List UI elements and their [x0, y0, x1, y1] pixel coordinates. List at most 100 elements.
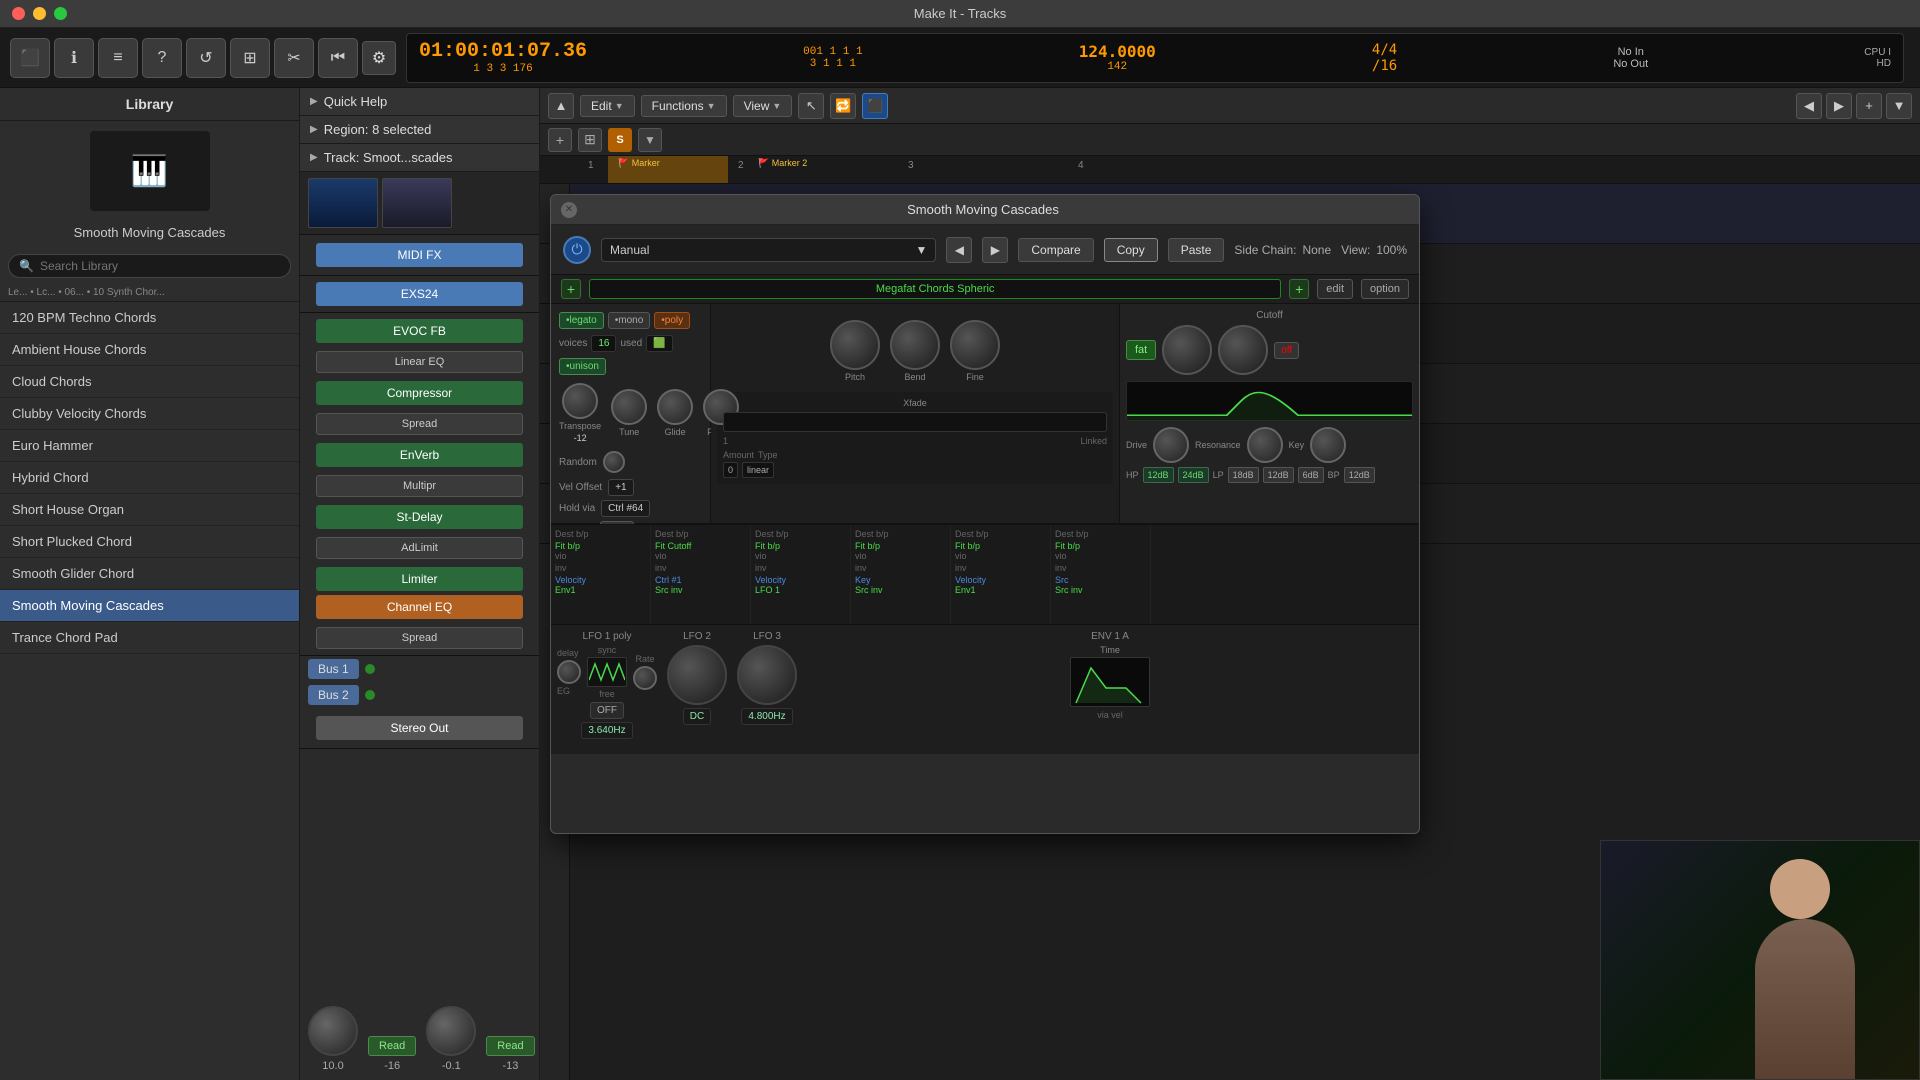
search-input[interactable] [40, 259, 280, 273]
add-track-btn[interactable]: + [548, 128, 572, 152]
read-btn-1[interactable]: Read [368, 1036, 416, 1056]
skip-back-icon-btn[interactable]: ⏮ [318, 38, 358, 78]
off-btn[interactable]: off [1274, 342, 1299, 359]
track-dropdown-btn[interactable]: ▼ [638, 128, 662, 152]
lfo1-rate-knob[interactable] [633, 666, 657, 690]
power-button[interactable]: ⏻ [563, 236, 591, 264]
quick-help-section[interactable]: ▶ Quick Help [300, 88, 539, 116]
limiter-btn[interactable]: Limiter [316, 567, 523, 591]
preset-minus-btn[interactable]: + [561, 279, 581, 299]
stereo-out-btn[interactable]: Stereo Out [316, 716, 523, 740]
evoc-btn[interactable]: EVOC FB [316, 319, 523, 343]
library-item-short-plucked[interactable]: Short Plucked Chord [0, 526, 299, 558]
close-button[interactable] [12, 7, 25, 20]
midi-tool-btn[interactable]: ⬛ [862, 93, 888, 119]
legato-btn[interactable]: •legato [559, 312, 604, 329]
gear-button[interactable]: ⚙ [362, 41, 396, 75]
channel-eq-btn[interactable]: Channel EQ [316, 595, 523, 619]
compare-btn[interactable]: Compare [1018, 238, 1093, 262]
filter-24db-btn[interactable]: 24dB [1178, 467, 1209, 483]
help-icon-btn[interactable]: ? [142, 38, 182, 78]
library-item-hybrid[interactable]: Hybrid Chord [0, 462, 299, 494]
loop-btn[interactable]: 🔁 [830, 93, 856, 119]
fine-knob[interactable] [950, 320, 1000, 370]
functions-menu-btn[interactable]: Functions ▼ [641, 95, 727, 117]
preset-dropdown[interactable]: Manual ▼ [601, 238, 936, 262]
lfo2-knob[interactable] [667, 645, 727, 705]
filter-12db-2-btn[interactable]: 12dB [1263, 467, 1294, 483]
region-section[interactable]: ▶ Region: 8 selected [300, 116, 539, 144]
tune-knob[interactable] [611, 389, 647, 425]
library-item-ambient[interactable]: Ambient House Chords [0, 334, 299, 366]
fat-btn[interactable]: fat [1126, 340, 1156, 360]
library-item-clubby[interactable]: Clubby Velocity Chords [0, 398, 299, 430]
library-item-euro[interactable]: Euro Hammer [0, 430, 299, 462]
poly-btn[interactable]: •poly [654, 312, 690, 329]
mixer-icon-btn[interactable]: ⊞ [230, 38, 270, 78]
key-knob[interactable] [1310, 427, 1346, 463]
unison-btn[interactable]: •unison [559, 358, 606, 375]
spread3-btn[interactable]: Spread [316, 627, 523, 649]
exs24-btn[interactable]: EXS24 [316, 282, 523, 306]
prev-arrow-btn[interactable]: ◀ [1796, 93, 1822, 119]
info-icon-btn[interactable]: ℹ [54, 38, 94, 78]
library-item-cloud[interactable]: Cloud Chords [0, 366, 299, 398]
random-knob[interactable] [603, 451, 625, 473]
library-item-smooth-glider[interactable]: Smooth Glider Chord [0, 558, 299, 590]
library-item-trance[interactable]: Trance Chord Pad [0, 622, 299, 654]
glide-knob[interactable] [657, 389, 693, 425]
cutoff-knob[interactable] [1162, 325, 1212, 375]
library-item-short-house[interactable]: Short House Organ [0, 494, 299, 526]
copy-btn[interactable]: Copy [1104, 238, 1158, 262]
st-delay-btn[interactable]: St-Delay [316, 505, 523, 529]
zoom-dropdown-btn[interactable]: ▼ [1886, 93, 1912, 119]
read-btn-2[interactable]: Read [486, 1036, 534, 1056]
filter-12db-1-btn[interactable]: 12dB [1143, 467, 1174, 483]
ad-limit-btn[interactable]: AdLimit [316, 537, 523, 559]
maximize-button[interactable] [54, 7, 67, 20]
next-arrow-btn[interactable]: ▶ [1826, 93, 1852, 119]
filter-12db-3-btn[interactable]: 12dB [1344, 467, 1375, 483]
solo-btn[interactable]: S [608, 128, 632, 152]
bus2-btn[interactable]: Bus 2 [308, 685, 359, 705]
midi-fx-btn[interactable]: MIDI FX [316, 243, 523, 267]
add-region-btn[interactable]: ⊞ [578, 128, 602, 152]
next-preset-btn[interactable]: ▶ [982, 237, 1008, 263]
filter-6db-btn[interactable]: 6dB [1298, 467, 1324, 483]
lfo1-delay-knob[interactable] [557, 660, 581, 684]
pitch-knob[interactable] [830, 320, 880, 370]
linear-eq-btn[interactable]: Linear EQ [316, 351, 523, 373]
minimize-button[interactable] [33, 7, 46, 20]
edit-preset-btn[interactable]: edit [1317, 279, 1353, 299]
option-preset-btn[interactable]: option [1361, 279, 1409, 299]
prev-preset-btn[interactable]: ◀ [946, 237, 972, 263]
view-menu-btn[interactable]: View ▼ [733, 95, 793, 117]
library-item-smooth-cascades[interactable]: Smooth Moving Cascades [0, 590, 299, 622]
preset-plus-btn[interactable]: + [1289, 279, 1309, 299]
zoom-add-btn[interactable]: + [1856, 93, 1882, 119]
track-section[interactable]: ▶ Track: Smoot...scades [300, 144, 539, 172]
bend-knob[interactable] [890, 320, 940, 370]
spread-btn[interactable]: Spread [316, 413, 523, 435]
en-verb-btn[interactable]: EnVerb [316, 443, 523, 467]
search-box[interactable]: 🔍 [8, 254, 291, 278]
resonance-knob[interactable] [1247, 427, 1283, 463]
bus1-btn[interactable]: Bus 1 [308, 659, 359, 679]
up-arrow-btn[interactable]: ▲ [548, 93, 574, 119]
lfo1-off-btn[interactable]: OFF [590, 702, 624, 719]
compressor-btn[interactable]: Compressor [316, 381, 523, 405]
list-icon-btn[interactable]: ≡ [98, 38, 138, 78]
transpose-knob[interactable] [562, 383, 598, 419]
library-icon-btn[interactable]: ⬛ [10, 38, 50, 78]
filter-18db-btn[interactable]: 18dB [1228, 467, 1259, 483]
edit-menu-btn[interactable]: Edit ▼ [580, 95, 635, 117]
fader-2-knob[interactable] [426, 1006, 476, 1056]
rewind-icon-btn[interactable]: ↺ [186, 38, 226, 78]
scissors-icon-btn[interactable]: ✂ [274, 38, 314, 78]
plugin-close-btn[interactable]: ✕ [561, 202, 577, 218]
paste-btn[interactable]: Paste [1168, 238, 1225, 262]
multipr-btn[interactable]: Multipr [316, 475, 523, 497]
mono-btn[interactable]: •mono [608, 312, 651, 329]
fader-1-knob[interactable] [308, 1006, 358, 1056]
lfo3-knob[interactable] [737, 645, 797, 705]
